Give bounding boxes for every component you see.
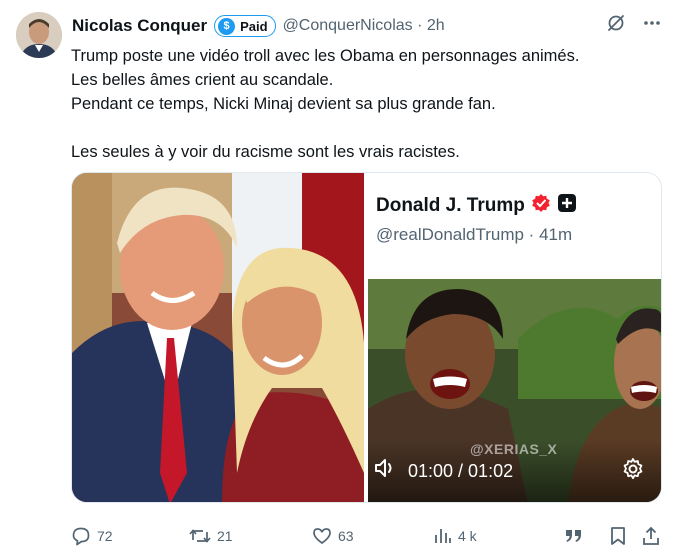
- paid-label: Paid: [240, 18, 268, 34]
- repost-button[interactable]: 21: [189, 526, 233, 546]
- views-chart-icon: [434, 526, 452, 546]
- display-name[interactable]: Nicolas Conquer: [72, 16, 207, 36]
- repost-count: 21: [217, 528, 233, 544]
- embed-handle: @realDonaldTrump · 41m: [376, 225, 573, 244]
- handle[interactable]: @ConquerNicolas · 2h: [283, 17, 445, 35]
- views-count: 4 k: [458, 528, 477, 544]
- watermark: @XERIAS_X: [470, 441, 558, 457]
- video-controls: @XERIAS_X 01:00 / 01:02: [368, 440, 661, 502]
- paid-badge[interactable]: $ Paid: [214, 15, 276, 37]
- heart-icon: [312, 526, 332, 546]
- repost-icon: [189, 526, 211, 546]
- share-icon: [641, 526, 661, 546]
- video-player[interactable]: @XERIAS_X 01:00 / 01:02: [368, 279, 661, 502]
- timestamp[interactable]: 2h: [427, 17, 445, 34]
- embed-name-row: Donald J. Trump: [376, 193, 577, 218]
- embedded-post[interactable]: Donald J. Trump @realDonaldTrump · 41m @…: [368, 173, 661, 502]
- tweet-line: Trump poste une vidéo troll avec les Oba…: [71, 47, 580, 65]
- verified-badge-icon: [531, 193, 551, 218]
- views-button[interactable]: 4 k: [434, 526, 477, 546]
- government-affiliation-icon: [557, 193, 577, 218]
- quote-icon: [563, 526, 585, 546]
- separator-dot: ·: [417, 17, 423, 34]
- more-options-icon[interactable]: [642, 13, 662, 33]
- handle-text: @ConquerNicolas: [282, 17, 413, 34]
- embed-display-name[interactable]: Donald J. Trump: [376, 195, 525, 217]
- avatar[interactable]: [16, 12, 62, 58]
- tweet-line: Les seules à y voir du racisme sont les …: [71, 143, 460, 161]
- settings-gear-icon[interactable]: [621, 457, 645, 486]
- reply-button[interactable]: 72: [71, 526, 113, 546]
- photo-left[interactable]: [72, 173, 364, 502]
- share-button[interactable]: [641, 526, 661, 546]
- reply-count: 72: [97, 528, 113, 544]
- tweet-line: Les belles âmes crient au scandale.: [71, 71, 334, 89]
- bookmark-icon: [609, 526, 627, 546]
- like-count: 63: [338, 528, 354, 544]
- like-button[interactable]: 63: [312, 526, 354, 546]
- tweet-text: Trump poste une vidéo troll avec les Oba…: [71, 44, 579, 164]
- tweet-header: Nicolas Conquer $ Paid @ConquerNicolas ·…: [72, 15, 445, 37]
- grok-icon[interactable]: [606, 13, 626, 33]
- quote-button[interactable]: [563, 526, 585, 546]
- volume-icon[interactable]: [372, 455, 398, 486]
- dollar-icon: $: [218, 17, 236, 35]
- action-bar: 72 21 63 4 k: [71, 526, 661, 550]
- media-container[interactable]: Donald J. Trump @realDonaldTrump · 41m @…: [71, 172, 662, 503]
- top-actions: [606, 13, 662, 33]
- tweet-line: Pendant ce temps, Nicki Minaj devient sa…: [71, 95, 496, 113]
- bookmark-button[interactable]: [609, 526, 627, 546]
- video-time: 01:00 / 01:02: [408, 461, 514, 481]
- reply-icon: [71, 526, 91, 546]
